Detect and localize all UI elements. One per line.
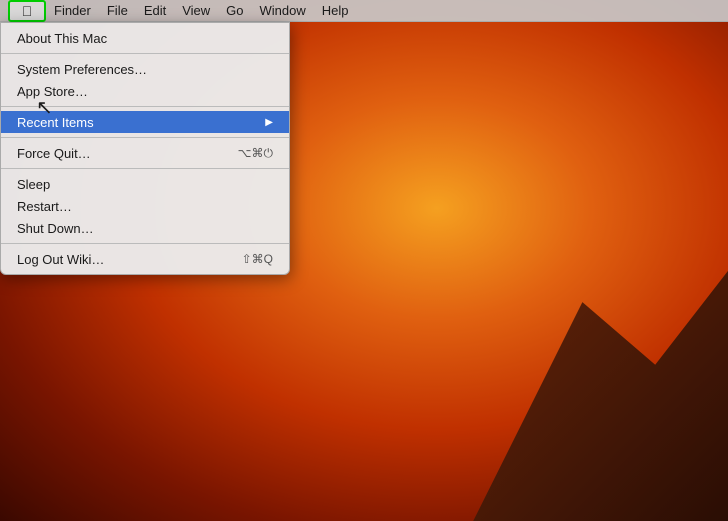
menu-item-system-prefs[interactable]: System Preferences… <box>1 58 289 80</box>
apple-icon:  <box>22 4 33 18</box>
menu-item-force-quit[interactable]: Force Quit… ⌥⌘⏻ <box>1 142 289 164</box>
menu-item-logout-shortcut: ⇧⌘Q <box>242 252 273 266</box>
menu-item-about-label: About This Mac <box>17 31 107 46</box>
menubar:  Finder File Edit View Go Window Help <box>0 0 728 22</box>
menu-item-system-prefs-label: System Preferences… <box>17 62 147 77</box>
menu-item-recent-items-label: Recent Items <box>17 115 94 130</box>
menubar-item-edit[interactable]: Edit <box>136 0 174 22</box>
menu-item-restart-label: Restart… <box>17 199 72 214</box>
menu-item-sleep-label: Sleep <box>17 177 50 192</box>
menubar-item-view[interactable]: View <box>174 0 218 22</box>
menu-item-logout-label: Log Out Wiki… <box>17 252 104 267</box>
menu-item-force-quit-label: Force Quit… <box>17 146 91 161</box>
menu-item-sleep[interactable]: Sleep <box>1 173 289 195</box>
menu-item-restart[interactable]: Restart… <box>1 195 289 217</box>
menu-item-about[interactable]: About This Mac <box>1 27 289 49</box>
apple-dropdown-menu: About This Mac System Preferences… App S… <box>0 22 290 275</box>
menubar-item-window[interactable]: Window <box>252 0 314 22</box>
menubar-item-finder[interactable]: Finder <box>46 0 99 22</box>
menubar-item-file[interactable]: File <box>99 0 136 22</box>
menu-item-shutdown[interactable]: Shut Down… <box>1 217 289 239</box>
menu-item-shutdown-label: Shut Down… <box>17 221 94 236</box>
menu-separator-1 <box>1 53 289 54</box>
menubar-item-help[interactable]: Help <box>314 0 357 22</box>
menu-separator-3 <box>1 137 289 138</box>
menu-item-force-quit-shortcut: ⌥⌘⏻ <box>238 146 273 161</box>
apple-menu-button[interactable]:  <box>8 0 46 22</box>
menu-separator-4 <box>1 168 289 169</box>
menu-separator-5 <box>1 243 289 244</box>
menubar-item-go[interactable]: Go <box>218 0 251 22</box>
menu-item-logout[interactable]: Log Out Wiki… ⇧⌘Q <box>1 248 289 270</box>
submenu-arrow-icon: ▶ <box>265 117 273 128</box>
